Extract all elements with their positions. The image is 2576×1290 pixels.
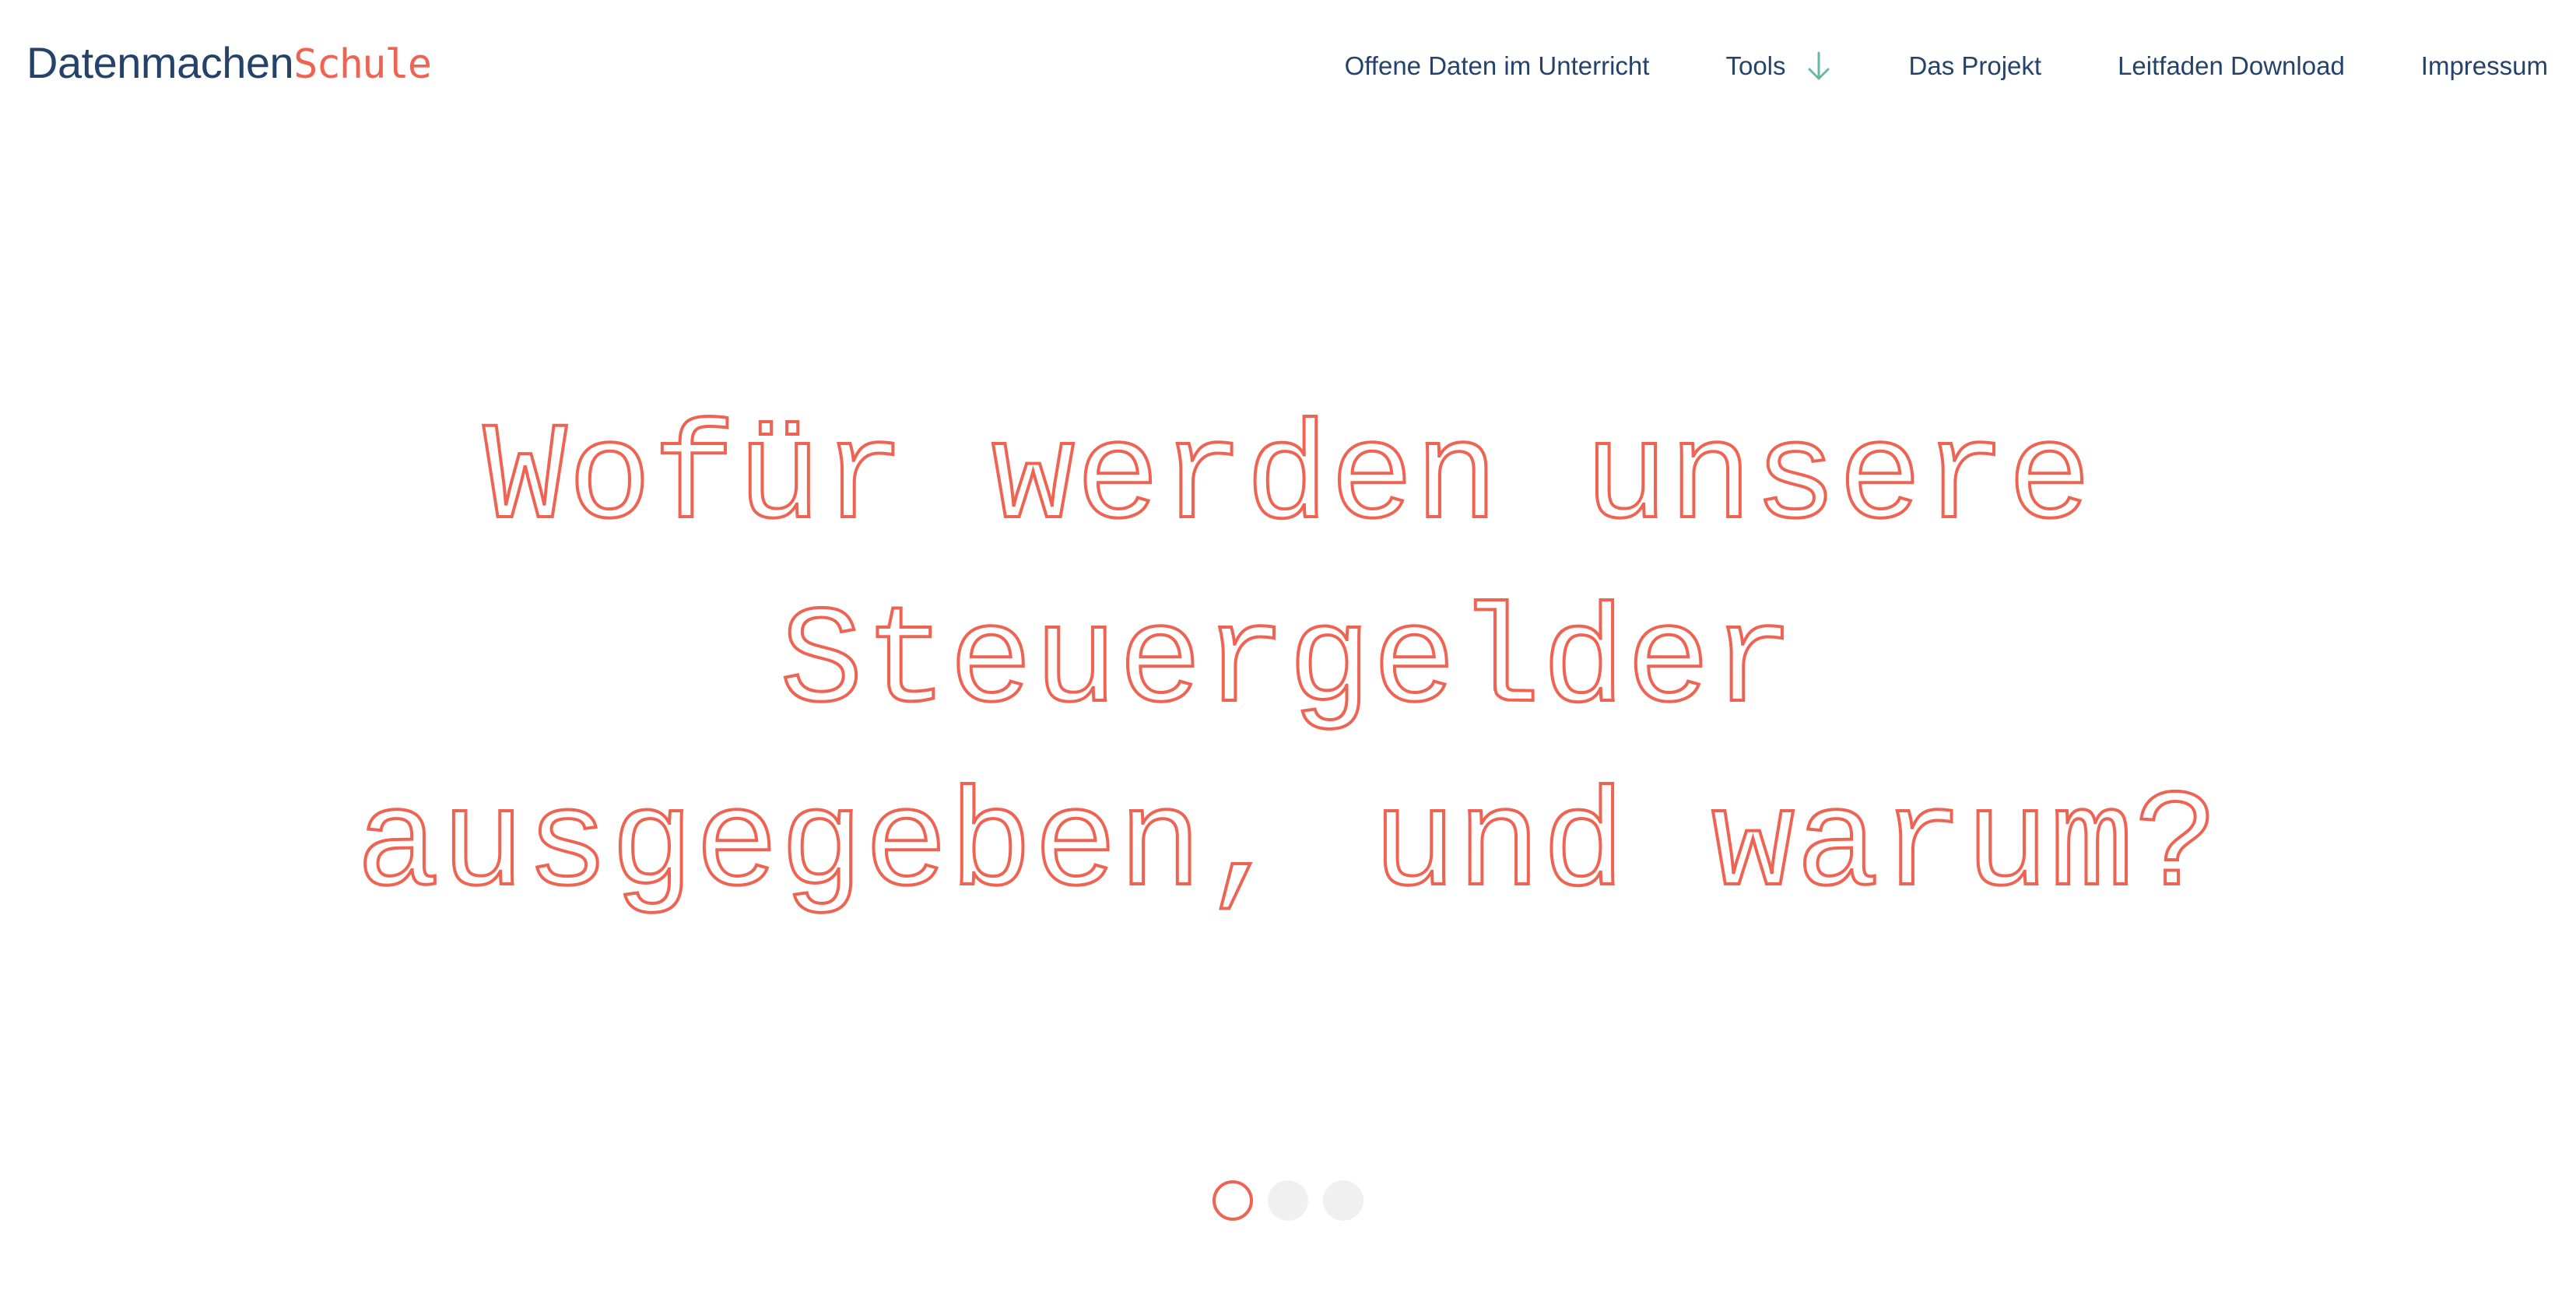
- carousel-dot-3[interactable]: [1323, 1180, 1363, 1221]
- carousel-dot-1[interactable]: [1213, 1180, 1253, 1221]
- logo-text-accent: Schule: [293, 41, 432, 88]
- nav-item-leitfaden-download[interactable]: Leitfaden Download: [2118, 51, 2345, 81]
- site-header: Datenmachen Schule Offene Daten im Unterr…: [0, 0, 2576, 132]
- carousel-dot-2[interactable]: [1268, 1180, 1308, 1221]
- carousel-dots: [0, 1180, 2576, 1221]
- main-nav: Offene Daten im Unterricht Tools Das Pro…: [1345, 47, 2548, 86]
- hero-slider: Wofür werden unsere Steuergelder ausgege…: [0, 389, 2576, 949]
- site-logo[interactable]: Datenmachen Schule: [26, 37, 432, 93]
- nav-item-offene-daten[interactable]: Offene Daten im Unterricht: [1345, 51, 1650, 81]
- nav-item-das-projekt[interactable]: Das Projekt: [1909, 51, 2042, 81]
- arrow-down-icon: [1805, 51, 1833, 82]
- logo-text-main: Datenmachen: [26, 38, 294, 87]
- page: Datenmachen Schule Offene Daten im Unterr…: [0, 0, 2576, 1290]
- hero-title: Wofür werden unsere Steuergelder ausgege…: [355, 401, 2220, 927]
- nav-item-impressum[interactable]: Impressum: [2421, 51, 2548, 81]
- nav-item-tools[interactable]: Tools: [1725, 51, 1832, 82]
- nav-item-tools-label: Tools: [1725, 51, 1786, 80]
